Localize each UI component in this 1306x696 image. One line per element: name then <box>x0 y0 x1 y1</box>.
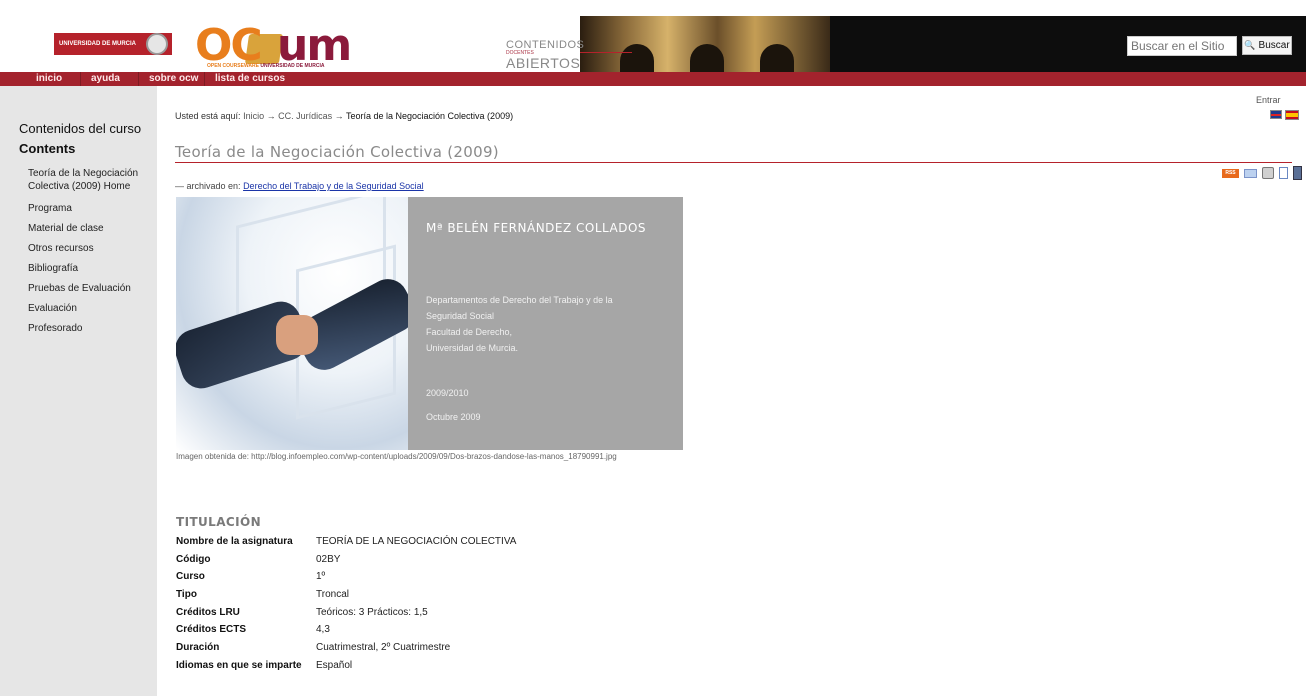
titulacion-key: Curso <box>176 571 205 582</box>
handshake-photo <box>176 197 408 450</box>
titulacion-key: Tipo <box>176 589 197 600</box>
ocw-tagline-a: OPEN COURSEWARE <box>207 63 259 69</box>
sidebar-item-pruebas-de-evaluacion[interactable]: Pruebas de Evaluación <box>28 282 153 295</box>
sidebar-subtitle: Contents <box>19 141 76 156</box>
breadcrumb-separator: → <box>266 111 276 121</box>
professor-dept-line: Departamentos de Derecho del Trabajo y d… <box>426 295 613 305</box>
sidebar-item-profesorado[interactable]: Profesorado <box>28 322 153 335</box>
titulacion-heading: TITULACIÓN <box>176 515 262 529</box>
magnifier-icon: 🔍 <box>1244 40 1256 50</box>
titulacion-key: Nombre de la asignatura <box>176 536 293 547</box>
titulacion-value: 1º <box>316 571 326 582</box>
professor-name: Mª BELÉN FERNÁNDEZ COLLADOS <box>426 221 647 235</box>
university-seal-icon <box>146 33 168 55</box>
titulacion-value: Teóricos: 3 Prácticos: 1,5 <box>316 607 428 618</box>
titulacion-value: TEORÍA DE LA NEGOCIACIÓN COLECTIVA <box>316 536 517 547</box>
titulacion-key: Créditos LRU <box>176 607 240 618</box>
titulacion-value: Español <box>316 660 353 671</box>
image-caption: Imagen obtenida de: http://blog.infoempl… <box>176 452 617 461</box>
nav-separator <box>80 72 81 86</box>
university-logo-text: UNIVERSIDAD DE MURCIA <box>58 40 136 47</box>
search-button[interactable]: 🔍 Buscar <box>1242 36 1292 55</box>
titulacion-value: 4,3 <box>316 624 330 635</box>
course-sidebar: Contenidos del curso Contents Teoría de … <box>0 86 157 696</box>
contenidos-line1: CONTENIDOS <box>506 39 585 51</box>
archived-prefix: — archivado en: <box>175 181 241 191</box>
breadcrumb-cc-juridicas[interactable]: CC. Jurídicas <box>278 111 332 121</box>
sidebar-title: Contenidos del curso <box>19 121 142 136</box>
mail-icon[interactable] <box>1244 168 1257 178</box>
professor-info-panel: Mª BELÉN FERNÁNDEZ COLLADOS Departamento… <box>408 197 683 450</box>
breadcrumb-current: Teoría de la Negociación Colectiva (2009… <box>345 111 514 121</box>
titulacion-value: 02BY <box>316 554 341 565</box>
sidebar-item-otros-recursos[interactable]: Otros recursos <box>28 242 153 255</box>
search-button-label: Buscar <box>1258 40 1290 51</box>
rss-icon[interactable]: RSS <box>1222 168 1239 178</box>
site-header: UNIVERSIDAD DE MURCIA OC um OPEN COURSEWA… <box>0 0 1306 80</box>
titulacion-value: Cuatrimestral, 2º Cuatrimestre <box>316 642 451 653</box>
professor-dept-line: Seguridad Social <box>426 311 495 321</box>
nav-sobre-ocw[interactable]: sobre ocw <box>149 72 198 86</box>
spanish-flag-icon[interactable] <box>1285 110 1299 120</box>
university-logo[interactable]: UNIVERSIDAD DE MURCIA <box>54 33 172 55</box>
sidebar-item-home[interactable]: Teoría de la Negociación Colectiva (2009… <box>28 167 153 193</box>
professor-university: Universidad de Murcia. <box>426 343 519 353</box>
page-title: Teoría de la Negociación Colectiva (2009… <box>175 143 499 161</box>
sidebar-item-bibliografia[interactable]: Bibliografía <box>28 262 153 275</box>
handshake-hands <box>276 315 318 355</box>
contenidos-rule <box>580 52 632 53</box>
sidebar-item-evaluacion[interactable]: Evaluación <box>28 302 153 315</box>
sidebar-item-programa[interactable]: Programa <box>28 202 153 215</box>
nav-lista-de-cursos[interactable]: lista de cursos <box>215 72 285 86</box>
breadcrumb-separator: → <box>334 111 344 121</box>
ocw-um-logo[interactable]: OC um OPEN COURSEWARE UNIVERSIDAD DE MURC… <box>195 20 385 76</box>
titulacion-key: Créditos ECTS <box>176 624 247 635</box>
archived-in: — archivado en: Derecho del Trabajo y de… <box>175 181 424 191</box>
title-divider <box>175 162 1292 163</box>
banner-building-photo <box>580 16 830 80</box>
ocw-tagline-b: UNIVERSIDAD DE MURCIA <box>260 63 325 69</box>
contenidos-line3: ABIERTOS <box>506 55 581 71</box>
breadcrumb-inicio[interactable]: Inicio <box>243 111 264 121</box>
publication-date: Octubre 2009 <box>426 412 481 422</box>
login-link[interactable]: Entrar <box>1256 95 1281 105</box>
breadcrumb-label: Usted está aquí: <box>175 111 241 121</box>
search-input[interactable] <box>1127 36 1237 56</box>
titulacion-key: Duración <box>176 642 220 653</box>
titulacion-key: Código <box>176 554 211 565</box>
archived-category-link[interactable]: Derecho del Trabajo y de la Seguridad So… <box>243 181 424 191</box>
contenidos-docentes-abiertos: CONTENIDOS DOCENTES ABIERTOS <box>506 39 585 71</box>
nav-separator <box>138 72 139 86</box>
document-actions: RSS <box>1222 165 1302 181</box>
titulacion-value: Troncal <box>316 589 349 600</box>
nav-ayuda[interactable]: ayuda <box>91 72 120 86</box>
document-icon[interactable] <box>1279 167 1288 179</box>
nav-separator <box>204 72 205 86</box>
sidebar-item-material-de-clase[interactable]: Material de clase <box>28 222 153 235</box>
professor-faculty: Facultad de Derecho, <box>426 327 513 337</box>
english-flag-icon[interactable] <box>1270 110 1282 119</box>
academic-year: 2009/2010 <box>426 388 469 398</box>
breadcrumb: Usted está aquí: Inicio → CC. Jurídicas … <box>175 111 513 121</box>
print-icon[interactable] <box>1262 167 1274 179</box>
main-nav: inicio ayuda sobre ocw lista de cursos <box>0 72 1306 86</box>
bookmark-icon[interactable] <box>1293 166 1302 180</box>
titulacion-key: Idiomas en que se imparte <box>176 660 302 671</box>
nav-inicio[interactable]: inicio <box>36 72 62 86</box>
